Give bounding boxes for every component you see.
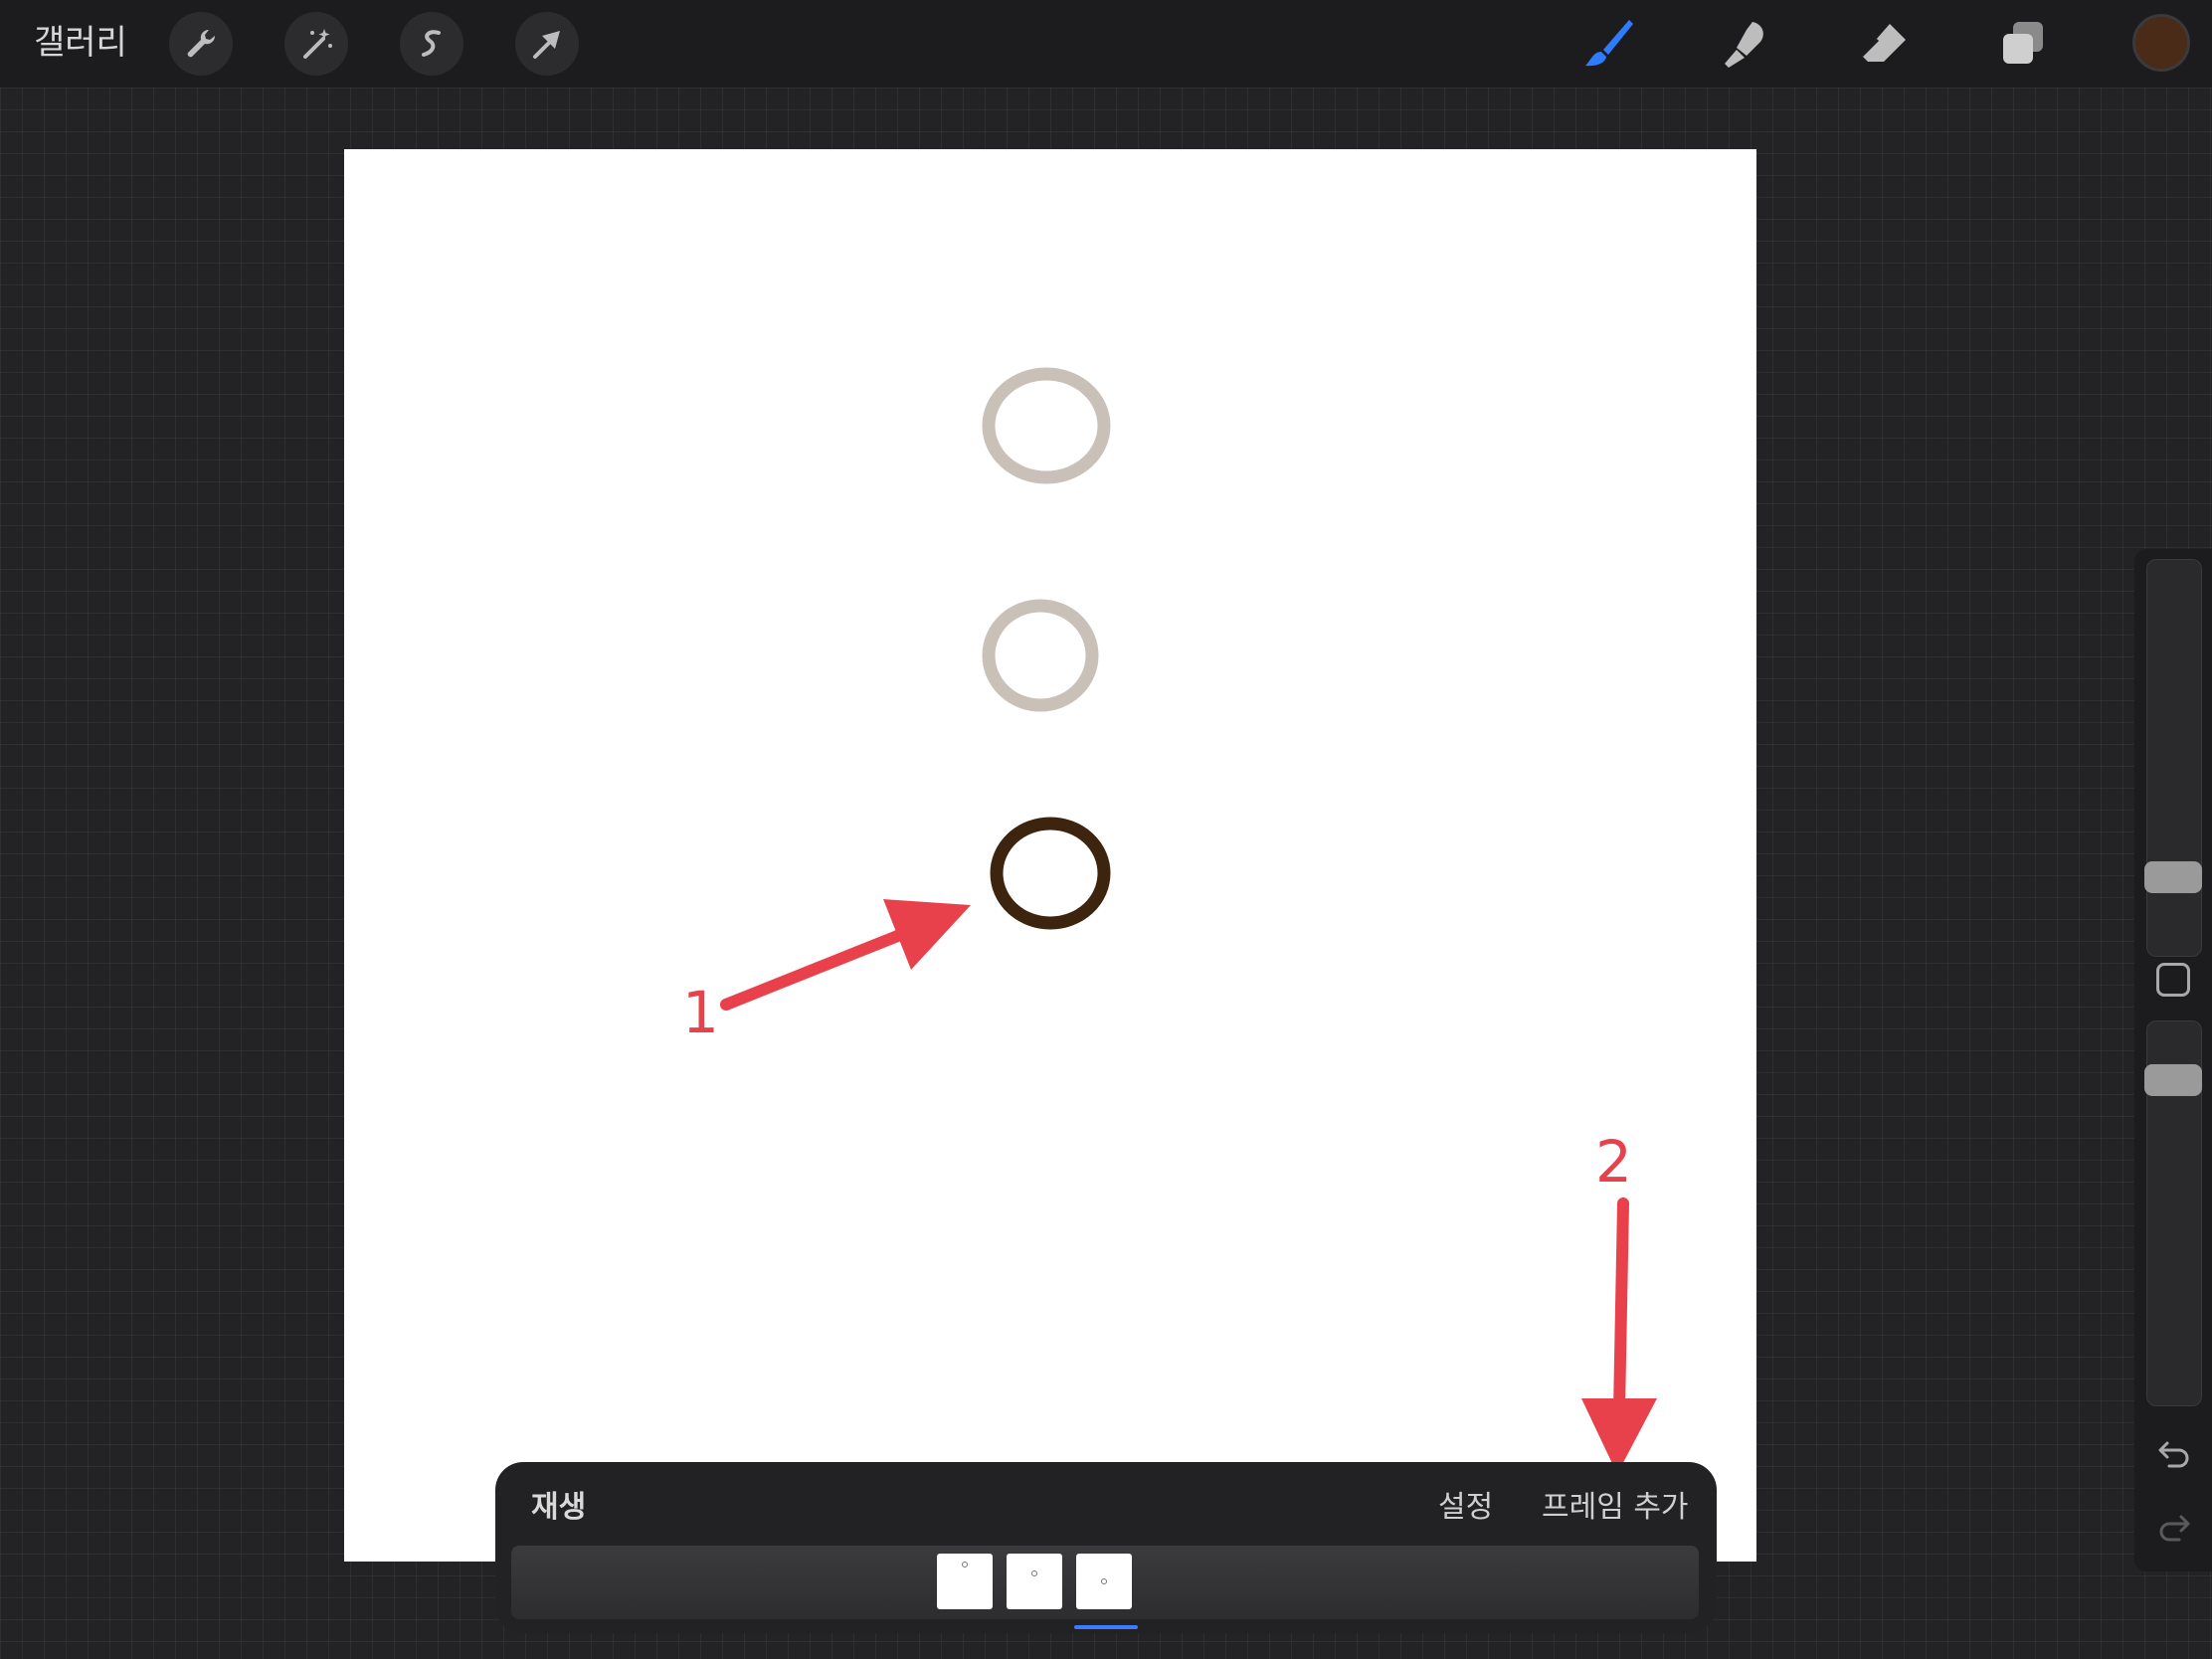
- undo-button[interactable]: [2152, 1432, 2196, 1476]
- modify-button[interactable]: [2156, 963, 2190, 997]
- frame-thumbnail-mark: [1031, 1570, 1037, 1576]
- undo-icon: [2158, 1441, 2189, 1468]
- brush-size-handle[interactable]: [2144, 861, 2202, 893]
- timeline-settings-button[interactable]: 설정: [1438, 1482, 1493, 1526]
- frame-strip[interactable]: [511, 1546, 1699, 1619]
- redo-button[interactable]: [2152, 1506, 2196, 1550]
- redo-icon: [2159, 1515, 2190, 1542]
- annotation-label-2: 2: [1595, 1128, 1632, 1196]
- annotation-label-1: 1: [682, 979, 719, 1046]
- frame-thumbnail-2[interactable]: [1007, 1554, 1062, 1609]
- frame-thumbnail-mark: [1101, 1578, 1107, 1584]
- frame-thumbnail-3[interactable]: [1076, 1554, 1132, 1609]
- annotation-arrow-2: [1581, 1198, 1657, 1474]
- selected-frame-indicator: [1074, 1625, 1138, 1629]
- play-button[interactable]: 재생: [531, 1482, 586, 1526]
- annotation-overlay: [720, 899, 1657, 1474]
- animation-timeline: 재생 설정 프레임 추가: [495, 1462, 1717, 1633]
- add-frame-button[interactable]: 프레임 추가: [1542, 1482, 1689, 1526]
- annotation-arrow-1: [720, 899, 971, 1011]
- right-sidebar: [2134, 549, 2212, 1571]
- frame-thumbnail-mark: [962, 1562, 968, 1567]
- brush-opacity-handle[interactable]: [2144, 1064, 2202, 1096]
- frame-thumbnail-1[interactable]: [937, 1554, 993, 1609]
- brush-size-slider[interactable]: [2146, 559, 2202, 957]
